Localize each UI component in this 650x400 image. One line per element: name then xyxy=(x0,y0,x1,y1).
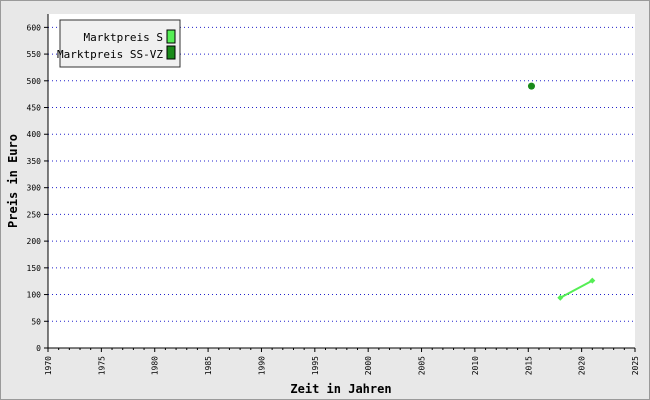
y-tick-label: 0 xyxy=(36,344,41,353)
y-tick-label: 100 xyxy=(27,291,42,300)
x-tick-label: 2000 xyxy=(364,356,373,375)
data-point-marktpreis-ss-vz xyxy=(527,82,535,90)
y-axis-label: Preis in Euro xyxy=(6,134,20,228)
y-tick-label: 400 xyxy=(27,130,42,139)
y-tick-label: 450 xyxy=(27,104,42,113)
legend-label-marktpreis-ss-vz: Marktpreis SS-VZ xyxy=(57,48,163,61)
legend: Marktpreis S Marktpreis SS-VZ xyxy=(57,19,181,68)
legend-swatch-marktpreis-ss-vz xyxy=(166,45,176,60)
y-tick-label: 200 xyxy=(27,237,42,246)
y-tick-label: 500 xyxy=(27,77,42,86)
y-tick-label: 600 xyxy=(27,23,42,32)
x-tick-label: 2005 xyxy=(418,356,427,375)
legend-swatch-marktpreis-s xyxy=(166,29,176,44)
x-tick-label: 1995 xyxy=(311,356,320,375)
x-tick-label: 1975 xyxy=(97,356,106,375)
y-tick-label: 350 xyxy=(27,157,42,166)
x-tick-label: 1985 xyxy=(204,356,213,375)
legend-label-marktpreis-s: Marktpreis S xyxy=(84,31,163,44)
chart-svg: 0 50 100 150 200 250 300 350 400 450 500 550 600 1970… xyxy=(6,14,640,396)
x-tick-label: 1980 xyxy=(151,356,160,375)
chart-frame: 0 50 100 150 200 250 300 350 400 450 500 550 600 1970… xyxy=(0,0,650,400)
y-tick-label: 300 xyxy=(27,184,42,193)
y-tick-label: 250 xyxy=(27,210,42,219)
x-axis-label: Zeit in Jahren xyxy=(290,382,391,396)
x-tick-label: 2010 xyxy=(471,356,480,375)
y-tick-label: 50 xyxy=(31,317,41,326)
x-tick-label: 2015 xyxy=(524,356,533,375)
x-tick-label: 1970 xyxy=(44,356,53,375)
x-tick-label: 2020 xyxy=(578,356,587,375)
x-tick-label: 2025 xyxy=(631,356,640,375)
x-tick-label: 1990 xyxy=(257,356,266,375)
y-tick-label: 150 xyxy=(27,264,42,273)
y-tick-label: 550 xyxy=(27,50,42,59)
